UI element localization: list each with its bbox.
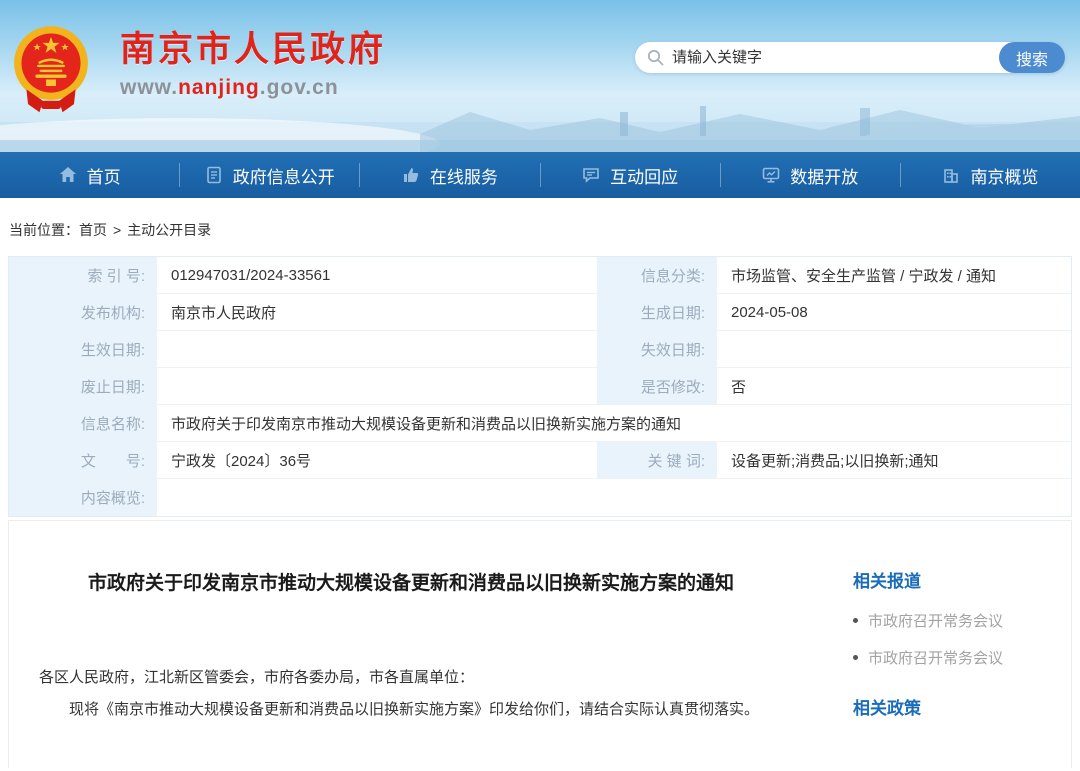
nav-item-open-data[interactable]: 数据开放 (721, 152, 900, 198)
breadcrumb-current[interactable]: 主动公开目录 (127, 222, 211, 238)
breadcrumb-prefix: 当前位置： (9, 222, 79, 238)
meta-label-create-date: 生成日期: (597, 294, 717, 331)
meta-value-modified: 否 (717, 368, 1071, 405)
meta-label-content-overview: 内容概览: (9, 479, 157, 516)
meta-value-abolish-date (157, 368, 597, 405)
meta-label-abolish-date: 废止日期: (9, 368, 157, 405)
main-nav: 首页 政府信息公开 在线服务 互动回应 数据开放 南京概览 (0, 152, 1080, 198)
meta-label-keywords: 关 键 词: (597, 442, 717, 479)
meta-label-info-category: 信息分类: (597, 257, 717, 294)
meta-value-effective-date (157, 331, 597, 368)
meta-label-index-number: 索 引 号: (9, 257, 157, 294)
nav-item-label: 政府信息公开 (233, 163, 335, 188)
nav-item-gov-info[interactable]: 政府信息公开 (180, 152, 359, 198)
site-url-name: nanjing (178, 76, 260, 99)
sidebar-section-related-reports[interactable]: 相关报道 (853, 567, 1061, 592)
site-identity: 南京市人民政府 www.nanjing.gov.cn (120, 30, 386, 100)
monitor-icon (762, 166, 780, 184)
nav-item-online-services[interactable]: 在线服务 (360, 152, 539, 198)
chat-bubble-icon (582, 166, 600, 184)
meta-value-keywords: 设备更新;消费品;以旧换新;通知 (717, 442, 1071, 479)
nav-item-home[interactable]: 首页 (0, 152, 179, 198)
search-bar: 搜索 (635, 42, 1065, 73)
meta-value-content-overview (157, 479, 1071, 516)
nav-item-label: 互动回应 (610, 163, 678, 188)
bullet-icon (853, 618, 858, 623)
document-icon (205, 166, 223, 184)
related-report-link: 市政府召开常务会议 (868, 647, 1003, 668)
search-icon (647, 49, 664, 66)
list-item[interactable]: 市政府召开常务会议 (853, 639, 1061, 676)
meta-value-doc-number: 宁政发〔2024〕36号 (157, 442, 597, 479)
home-icon (59, 166, 77, 184)
sidebar-section-related-policies[interactable]: 相关政策 (853, 694, 1061, 719)
list-item[interactable]: 市政府召开常务会议 (853, 602, 1061, 639)
site-url-rest: .gov.cn (260, 76, 339, 99)
meta-value-expiry-date (717, 331, 1071, 368)
meta-value-index-number: 012947031/2024-33561 (157, 257, 597, 294)
meta-label-effective-date: 生效日期: (9, 331, 157, 368)
bullet-icon (853, 655, 858, 660)
document-meta-table: 索 引 号: 012947031/2024-33561 信息分类: 市场监管、安… (8, 256, 1072, 517)
building-icon (942, 166, 960, 184)
meta-label-expiry-date: 失效日期: (597, 331, 717, 368)
nav-item-label: 在线服务 (430, 163, 498, 188)
breadcrumb: 当前位置：首页 > 主动公开目录 (0, 198, 1080, 256)
article-container: 市政府关于印发南京市推动大规模设备更新和消费品以旧换新实施方案的通知 各区人民政… (8, 520, 1072, 768)
site-title: 南京市人民政府 (120, 30, 386, 70)
related-sidebar: 相关报道 市政府召开常务会议 市政府召开常务会议 相关政策 (809, 521, 1071, 768)
national-emblem (10, 22, 92, 114)
article-paragraph: 现将《南京市推动大规模设备更新和消费品以旧换新实施方案》印发给你们，请结合实际认… (39, 694, 783, 726)
nav-item-interaction[interactable]: 互动回应 (541, 152, 720, 198)
meta-value-info-category: 市场监管、安全生产监管 / 宁政发 / 通知 (717, 257, 1071, 294)
article-body: 各区人民政府，江北新区管委会，市府各委办局，市各直属单位： 现将《南京市推动大规… (39, 662, 783, 726)
thumbs-up-icon (402, 166, 420, 184)
meta-label-modified: 是否修改: (597, 368, 717, 405)
meta-label-doc-number: 文 号: (9, 442, 157, 479)
search-input[interactable] (664, 49, 999, 66)
site-url-www: www. (120, 76, 178, 99)
article-paragraph: 各区人民政府，江北新区管委会，市府各委办局，市各直属单位： (39, 662, 783, 694)
breadcrumb-separator: > (113, 222, 121, 238)
nav-item-label: 数据开放 (790, 163, 858, 188)
site-url: www.nanjing.gov.cn (120, 76, 386, 100)
meta-label-issuing-agency: 发布机构: (9, 294, 157, 331)
article-title: 市政府关于印发南京市推动大规模设备更新和消费品以旧换新实施方案的通知 (87, 565, 735, 602)
related-report-link: 市政府召开常务会议 (868, 610, 1003, 631)
search-button[interactable]: 搜索 (999, 42, 1065, 73)
nav-item-label: 南京概览 (970, 163, 1038, 188)
related-reports-list: 市政府召开常务会议 市政府召开常务会议 (853, 602, 1061, 676)
meta-value-issuing-agency: 南京市人民政府 (157, 294, 597, 331)
meta-label-info-name: 信息名称: (9, 405, 157, 442)
breadcrumb-home-link[interactable]: 首页 (79, 222, 107, 238)
meta-value-info-name: 市政府关于印发南京市推动大规模设备更新和消费品以旧换新实施方案的通知 (157, 405, 1071, 442)
article-main: 市政府关于印发南京市推动大规模设备更新和消费品以旧换新实施方案的通知 各区人民政… (9, 521, 809, 768)
nav-item-label: 首页 (87, 163, 121, 188)
site-header: 南京市人民政府 www.nanjing.gov.cn 搜索 (0, 0, 1080, 152)
meta-value-create-date: 2024-05-08 (717, 294, 1071, 331)
nav-item-overview[interactable]: 南京概览 (901, 152, 1080, 198)
